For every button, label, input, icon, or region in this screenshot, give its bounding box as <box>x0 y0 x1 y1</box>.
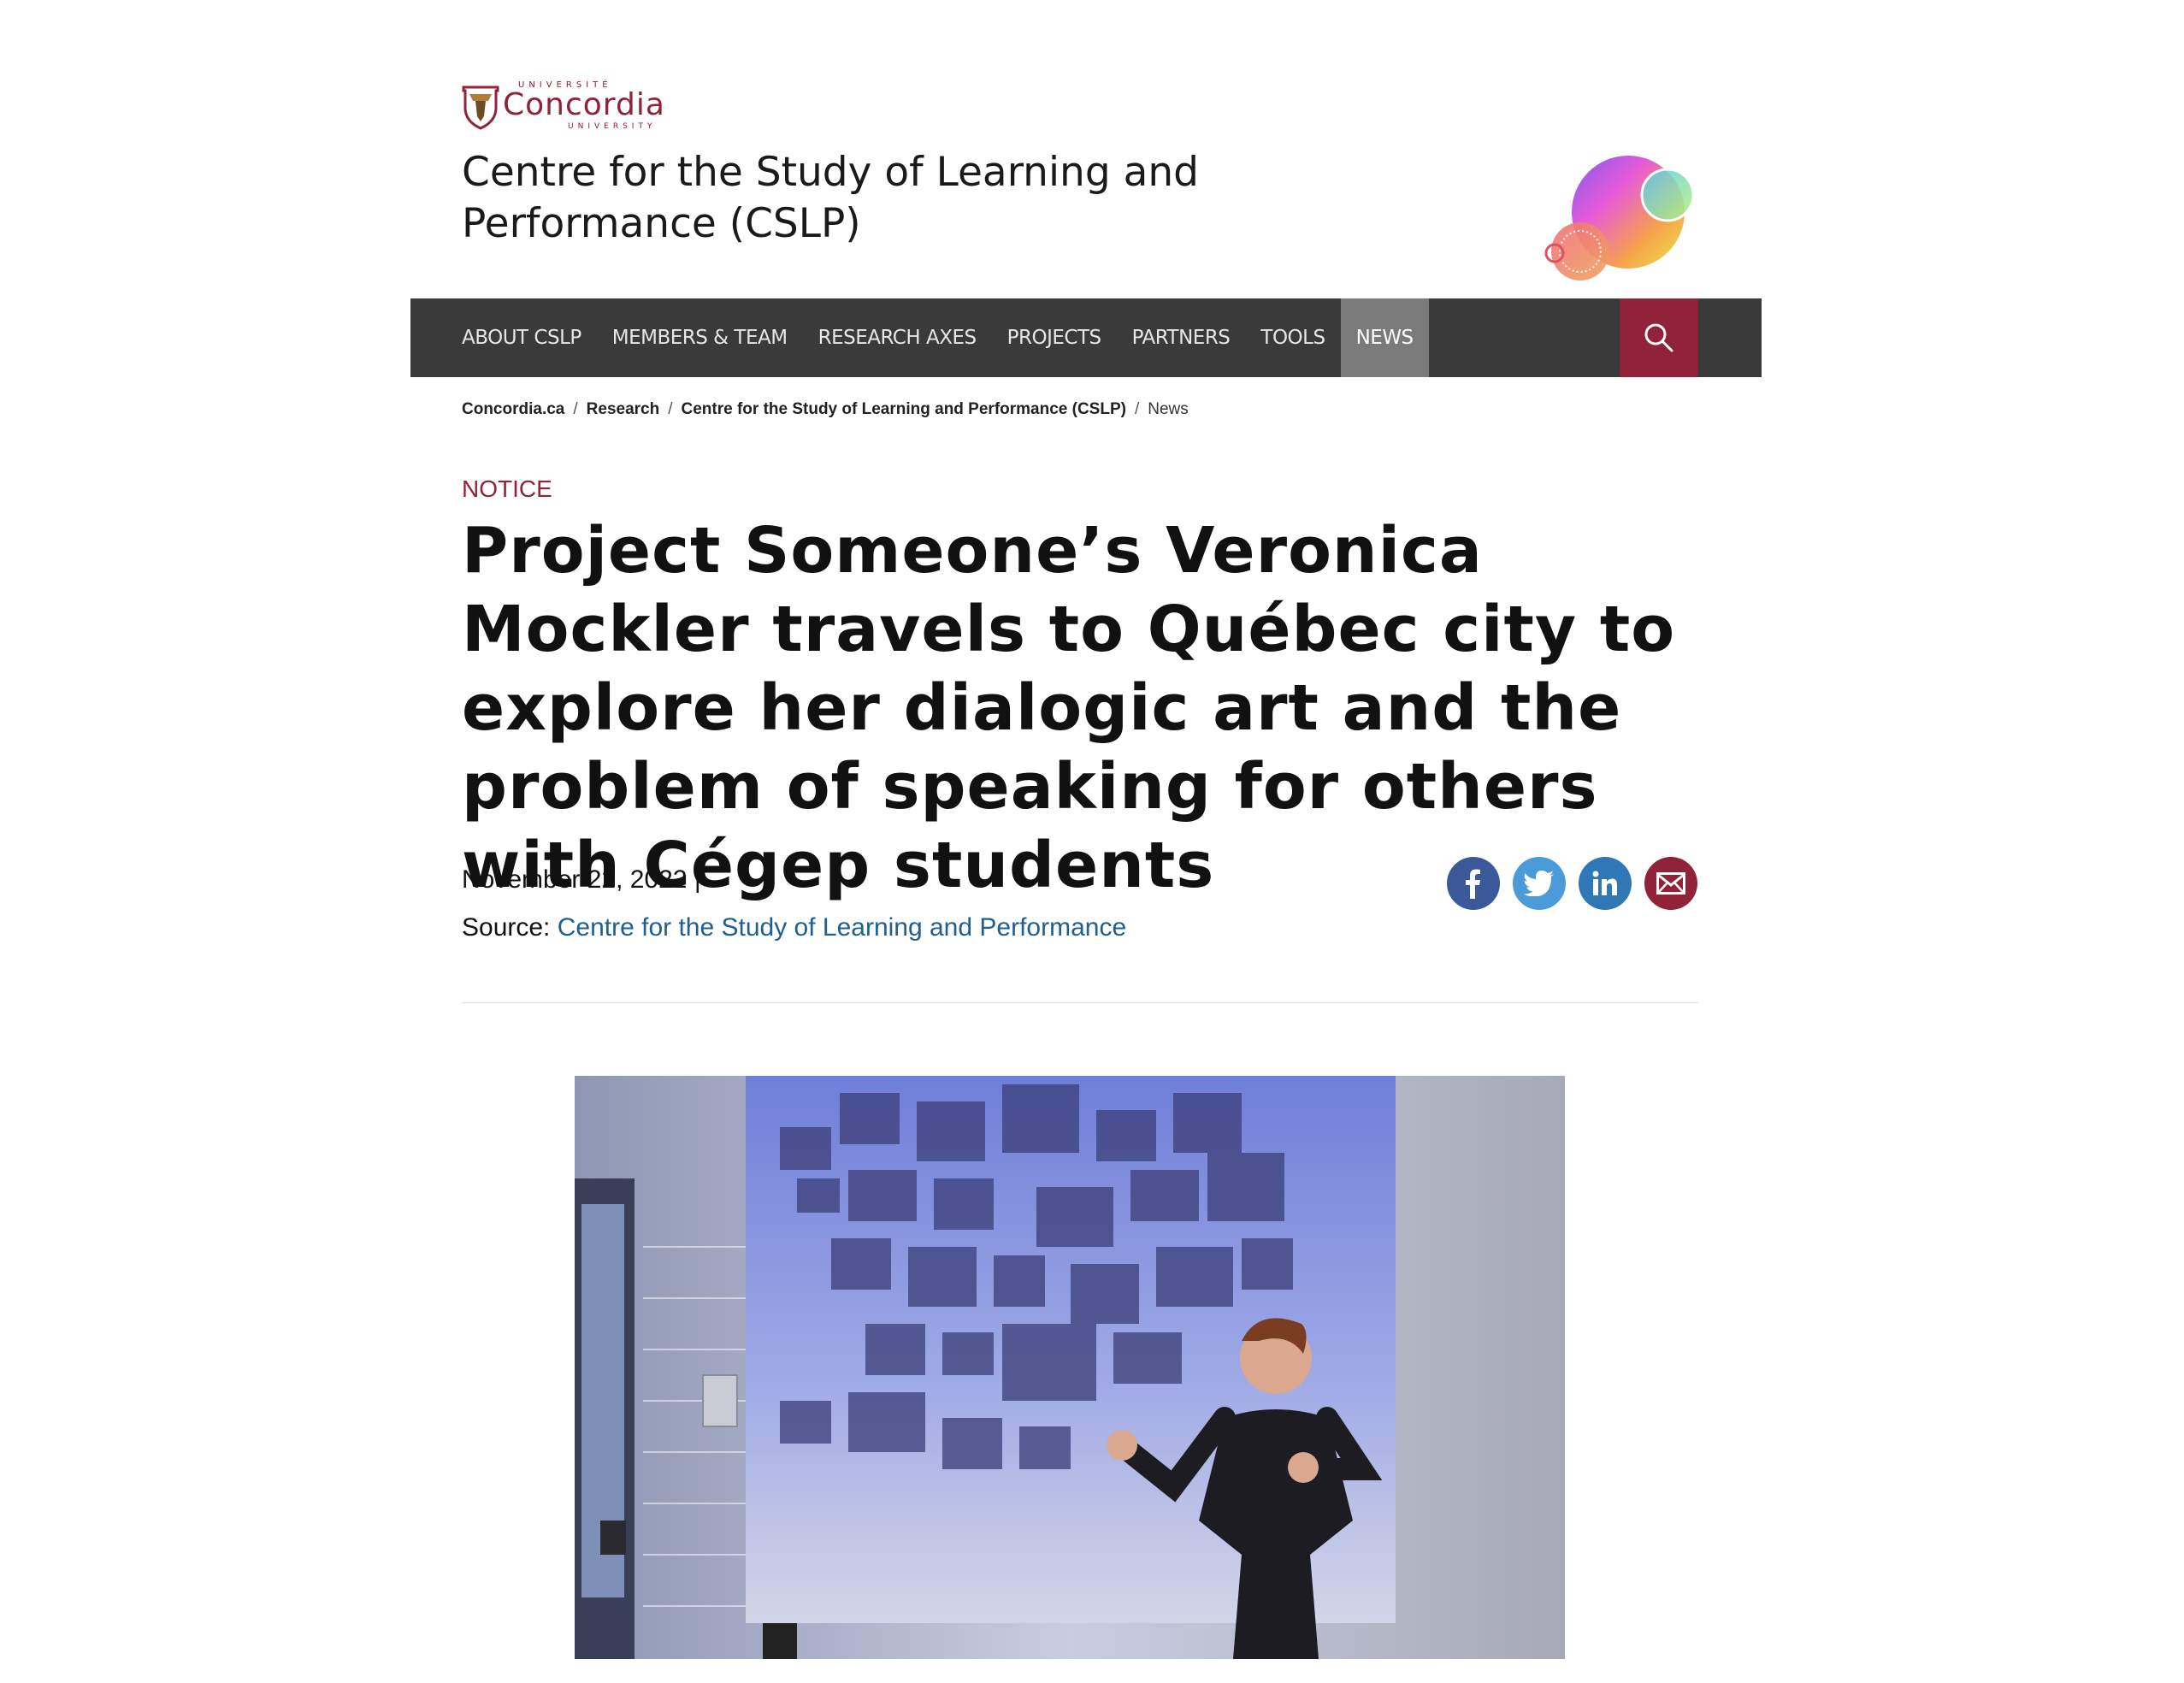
nav-item-partners[interactable]: PARTNERS <box>1117 298 1246 377</box>
article-kicker: NOTICE <box>462 475 552 502</box>
article-source: Source: Centre for the Study of Learning… <box>462 913 1126 942</box>
nav-item-tools[interactable]: TOOLS <box>1245 298 1340 377</box>
breadcrumb-separator: / <box>668 400 673 418</box>
twitter-icon <box>1524 871 1554 896</box>
article-photo-image <box>575 1076 1565 1659</box>
logo-wordmark: Concordia <box>503 87 665 122</box>
divider <box>462 1002 1698 1003</box>
breadcrumb-separator: / <box>1134 400 1140 418</box>
source-label: Source: <box>462 913 558 942</box>
nav-item-about-cslp[interactable]: ABOUT CSLP <box>446 298 597 377</box>
share-facebook-button[interactable] <box>1447 857 1500 910</box>
logo-bottom-text: UNIVERSITY <box>568 122 657 131</box>
concordia-logo[interactable]: UNIVERSITÉ Concordia UNIVERSITY <box>462 79 684 135</box>
nav-item-news[interactable]: NEWS <box>1340 298 1429 377</box>
breadcrumb: Concordia.ca / Research / Centre for the Stu… <box>462 400 1189 419</box>
nav-item-research-axes[interactable]: RESEARCH AXES <box>803 298 992 377</box>
article-date: November 22, 2022 | <box>462 865 701 894</box>
breadcrumb-research[interactable]: Research <box>587 400 660 418</box>
search-icon <box>1644 323 1673 352</box>
nav-item-members-team[interactable]: MEMBERS & TEAM <box>597 298 803 377</box>
facebook-icon <box>1466 869 1480 899</box>
search-button[interactable] <box>1620 298 1698 377</box>
article-headline: Project Someone’s Veronica Mockler trave… <box>462 514 1676 902</box>
linkedin-icon <box>1592 871 1617 895</box>
breadcrumb-current: News <box>1148 400 1189 418</box>
breadcrumb-concordia[interactable]: Concordia.ca <box>462 400 564 418</box>
main-nav: ABOUT CSLP MEMBERS & TEAM RESEARCH AXES … <box>410 298 1762 377</box>
share-buttons <box>1447 857 1697 910</box>
article-photo[interactable] <box>575 1076 1565 1659</box>
cslp-circles-graphic <box>1544 156 1695 280</box>
breadcrumb-cslp[interactable]: Centre for the Study of Learning and Per… <box>682 400 1126 418</box>
share-twitter-button[interactable] <box>1513 857 1566 910</box>
concordia-shield-icon <box>462 86 499 130</box>
nav-item-projects[interactable]: PROJECTS <box>992 298 1117 377</box>
share-linkedin-button[interactable] <box>1579 857 1632 910</box>
source-link[interactable]: Centre for the Study of Learning and Per… <box>558 913 1126 942</box>
email-icon <box>1656 872 1685 895</box>
share-email-button[interactable] <box>1644 857 1697 910</box>
site-title[interactable]: Centre for the Study of Learning and Per… <box>462 147 1231 250</box>
nav-items: ABOUT CSLP MEMBERS & TEAM RESEARCH AXES … <box>410 298 1429 377</box>
breadcrumb-separator: / <box>573 400 578 418</box>
